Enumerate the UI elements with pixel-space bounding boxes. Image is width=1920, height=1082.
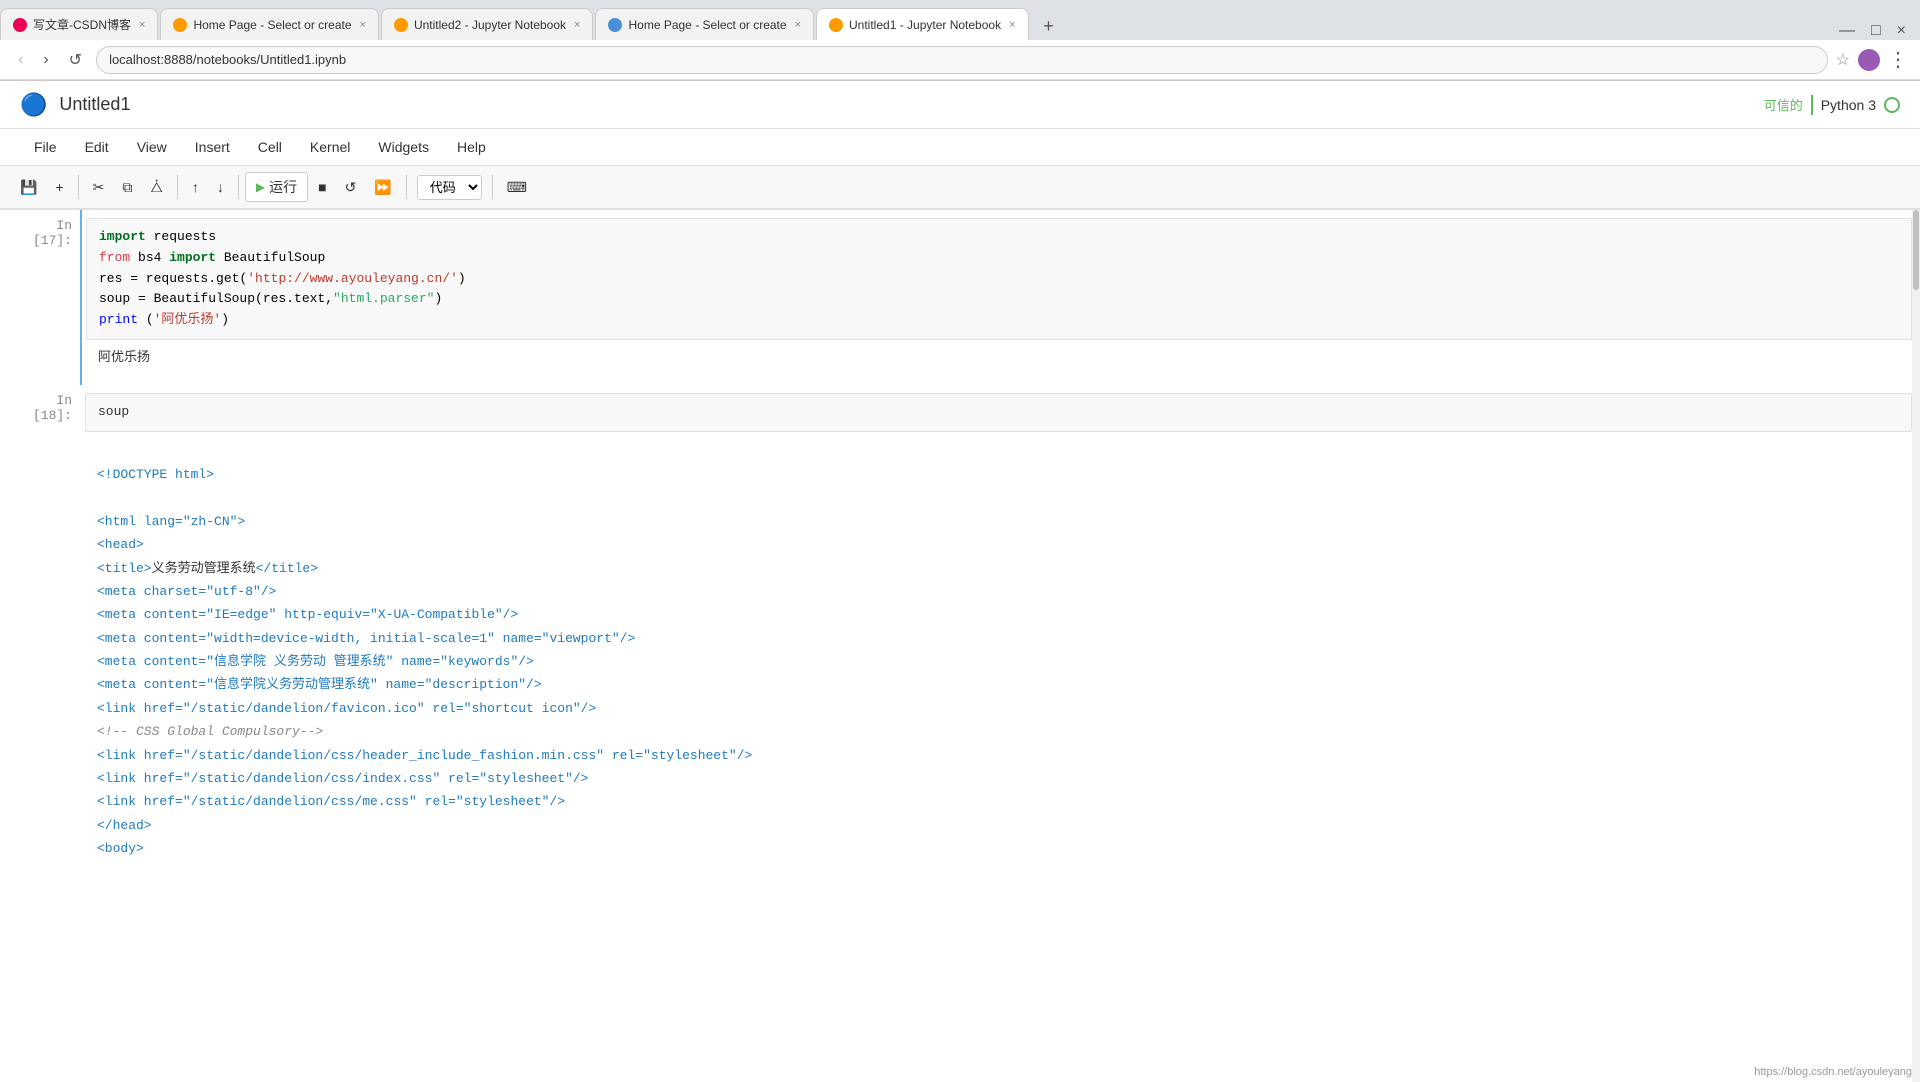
cell-18-output-text: <!DOCTYPE html> <html lang="zh-CN"> <hea… [97,440,1900,884]
jupyter-logo: 🔵 [20,92,47,118]
kernel-info: 可信的 Python 3 [1764,95,1900,115]
tab-home2[interactable]: Home Page - Select or create × [595,8,814,40]
cell-17-content[interactable]: import requests from bs4 import Beautifu… [80,210,1920,385]
tab-icon-home2 [608,18,622,32]
tab-close-home1[interactable]: × [360,19,366,31]
run-label: 运行 [269,177,297,197]
back-button[interactable]: ‹ [12,49,29,71]
tab-close-csdn[interactable]: × [139,19,145,31]
tab-close-untitled2[interactable]: × [574,19,580,31]
move-down-button[interactable]: ↓ [209,174,232,200]
menu-help[interactable]: Help [443,135,500,159]
menu-widgets[interactable]: Widgets [364,135,443,159]
url-input[interactable]: localhost:8888/notebooks/Untitled1.ipynb [96,46,1828,74]
save-button[interactable]: 💾 [12,174,45,201]
browser-menu-button[interactable]: ⋮ [1888,47,1908,72]
browser-frame: 写文章-CSDN博客 × Home Page - Select or creat… [0,0,1920,81]
kernel-trusted-label: 可信的 [1764,95,1803,114]
tab-label-csdn: 写文章-CSDN博客 [33,16,131,33]
scrollbar-thumb[interactable] [1913,210,1919,290]
toolbar-sep-3 [238,175,239,199]
run-button[interactable]: ▶ 运行 [245,172,308,202]
kernel-status-indicator [1884,97,1900,113]
menu-view[interactable]: View [123,135,181,159]
jupyter-title-bar: 🔵 Untitled1 可信的 Python 3 [0,81,1920,129]
tab-untitled2[interactable]: Untitled2 - Jupyter Notebook × [381,8,594,40]
tab-home1[interactable]: Home Page - Select or create × [160,8,379,40]
paste-button[interactable]: ⧊ [142,174,171,201]
cell-18-prompt: In [18]: [0,385,80,900]
reload-button[interactable]: ↺ [63,48,88,72]
cell-18-code[interactable]: soup [85,393,1912,432]
stop-button[interactable]: ■ [310,174,334,200]
tab-label-untitled2: Untitled2 - Jupyter Notebook [414,18,566,32]
menu-file[interactable]: File [20,135,71,159]
cell-18-content[interactable]: soup <!DOCTYPE html> <html lang="zh-CN">… [80,385,1920,900]
toolbar-sep-5 [492,175,493,199]
tab-icon-untitled2 [394,18,408,32]
maximize-button[interactable]: □ [1865,22,1887,40]
copy-button[interactable]: ⧉ [114,174,140,201]
cell-17-code[interactable]: import requests from bs4 import Beautifu… [86,218,1912,340]
window-controls: — □ × [1833,22,1920,40]
tab-icon-untitled1 [829,18,843,32]
cell-17-prompt: In [17]: [0,210,80,385]
tab-label-home1: Home Page - Select or create [193,18,351,32]
extension-button[interactable] [1858,49,1880,71]
kernel-name-label: Python 3 [1821,97,1876,113]
scrollbar[interactable] [1912,210,1920,1082]
status-bar: https://blog.csdn.net/ayouleyang [1746,1064,1920,1080]
kernel-divider [1811,95,1813,115]
jupyter-header: 🔵 Untitled1 可信的 Python 3 File Edit View … [0,81,1920,210]
keyboard-button[interactable]: ⌨ [499,174,535,201]
cell-17-output: 阿优乐扬 [86,340,1912,377]
cell-type-select[interactable]: 代码 [417,175,482,200]
menu-cell[interactable]: Cell [244,135,296,159]
url-text: localhost:8888/notebooks/Untitled1.ipynb [109,52,346,67]
restart-run-button[interactable]: ⏩ [366,174,399,201]
restart-button[interactable]: ↺ [337,174,365,201]
new-tab-button[interactable]: + [1035,12,1063,40]
tab-untitled1[interactable]: Untitled1 - Jupyter Notebook × [816,8,1029,40]
tab-label-home2: Home Page - Select or create [628,18,786,32]
cell-18[interactable]: In [18]: soup <!DOCTYPE html> <html lang… [0,385,1920,900]
tab-close-untitled1[interactable]: × [1009,19,1015,31]
forward-button[interactable]: › [37,49,54,71]
run-icon: ▶ [256,180,265,194]
cut-button[interactable]: ✂ [85,174,113,201]
add-cell-button[interactable]: + [47,174,71,200]
tab-csdn[interactable]: 写文章-CSDN博客 × [0,8,158,40]
close-button[interactable]: × [1891,22,1912,40]
notebook-title[interactable]: Untitled1 [59,94,130,115]
cell-18-output: <!DOCTYPE html> <html lang="zh-CN"> <hea… [85,432,1912,892]
tab-bar: 写文章-CSDN博客 × Home Page - Select or creat… [0,0,1920,40]
notebook-content[interactable]: In [17]: import requests from bs4 import… [0,210,1920,1082]
toolbar-sep-2 [177,175,178,199]
tab-close-home2[interactable]: × [795,19,801,31]
cell-17[interactable]: In [17]: import requests from bs4 import… [0,210,1920,385]
toolbar: 💾 + ✂ ⧉ ⧊ ↑ ↓ ▶ 运行 ■ ↺ ⏩ 代码 ⌨ [0,165,1920,209]
move-up-button[interactable]: ↑ [184,174,207,200]
toolbar-sep-1 [78,175,79,199]
menu-insert[interactable]: Insert [181,135,244,159]
menu-kernel[interactable]: Kernel [296,135,364,159]
address-bar: ‹ › ↺ localhost:8888/notebooks/Untitled1… [0,40,1920,80]
toolbar-sep-4 [406,175,407,199]
bookmark-icon[interactable]: ☆ [1836,50,1850,70]
status-url: https://blog.csdn.net/ayouleyang [1754,1066,1912,1078]
tab-icon-home1 [173,18,187,32]
jupyter-menu: File Edit View Insert Cell Kernel Widget… [0,129,1920,165]
tab-icon-csdn [13,18,27,32]
cell-17-output-text: 阿优乐扬 [98,350,150,365]
minimize-button[interactable]: — [1833,22,1861,40]
menu-edit[interactable]: Edit [71,135,123,159]
tab-label-untitled1: Untitled1 - Jupyter Notebook [849,18,1001,32]
